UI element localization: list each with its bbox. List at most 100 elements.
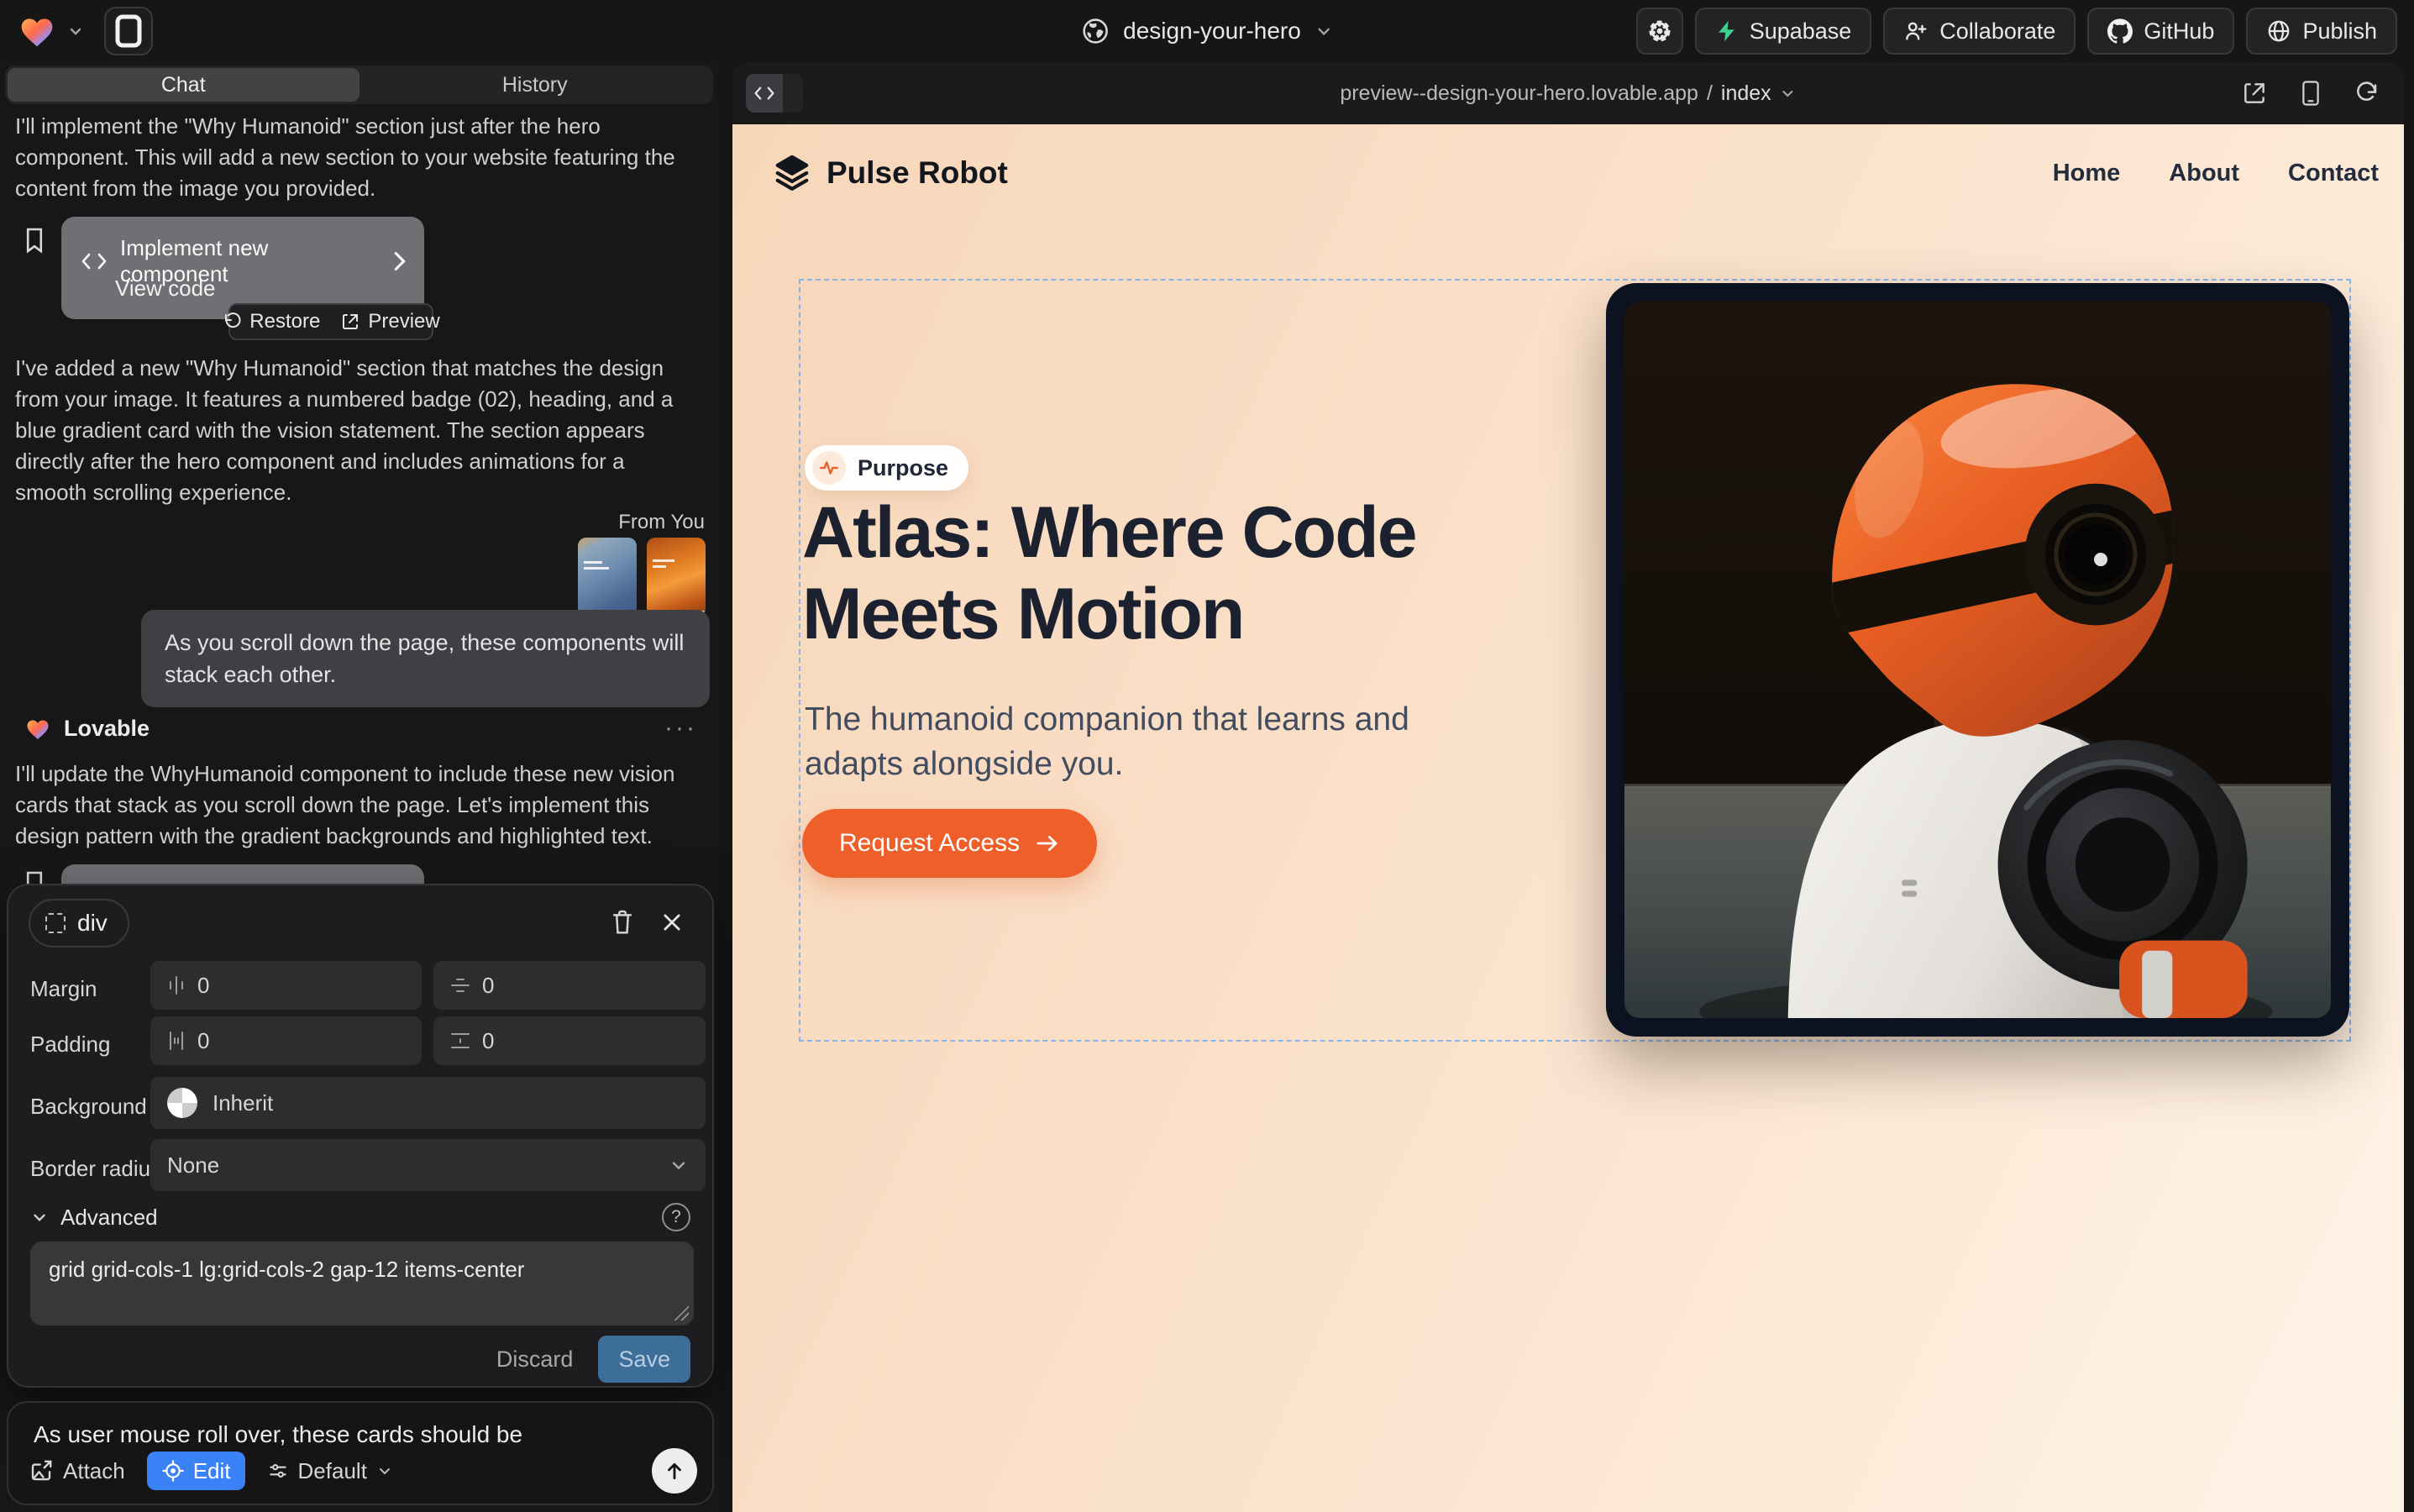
classes-value: grid grid-cols-1 lg:grid-cols-2 gap-12 i… bbox=[49, 1257, 524, 1282]
chevron-down-icon bbox=[376, 1462, 393, 1479]
lovable-logo-icon[interactable] bbox=[18, 13, 55, 49]
hero-headline: Atlas: Where Code Meets Motion bbox=[802, 492, 1516, 655]
project-switcher[interactable]: design-your-hero bbox=[1081, 0, 1333, 62]
assistant-message: I'll update the WhyHumanoid component to… bbox=[15, 759, 697, 852]
arrow-right-icon bbox=[1035, 832, 1060, 854]
user-quote-bubble: As you scroll down the page, these compo… bbox=[141, 610, 710, 707]
margin-x-value: 0 bbox=[197, 973, 209, 999]
border-radius-value: None bbox=[167, 1152, 219, 1179]
target-icon bbox=[161, 1459, 185, 1483]
padding-y-input[interactable]: 0 bbox=[433, 1016, 706, 1065]
panel-icon bbox=[114, 14, 143, 48]
attachment-thumbnail-orange[interactable] bbox=[647, 538, 706, 617]
trash-icon bbox=[610, 909, 635, 936]
github-icon bbox=[2107, 18, 2133, 44]
nav-home[interactable]: Home bbox=[2053, 160, 2121, 187]
send-button[interactable] bbox=[652, 1448, 697, 1494]
open-in-new-tab-icon[interactable] bbox=[2241, 80, 2268, 107]
discard-button[interactable]: Discard bbox=[496, 1347, 574, 1373]
background-value: Inherit bbox=[213, 1090, 273, 1116]
site-brand[interactable]: Pulse Robot bbox=[773, 154, 1008, 192]
tab-chat[interactable]: Chat bbox=[8, 68, 359, 102]
mode-selector[interactable]: Default bbox=[267, 1458, 393, 1484]
advanced-section-header[interactable]: Advanced ? bbox=[30, 1203, 690, 1231]
nav-contact[interactable]: Contact bbox=[2288, 160, 2379, 187]
margin-horizontal-icon bbox=[167, 975, 186, 995]
chevron-down-icon bbox=[669, 1155, 689, 1175]
publish-label: Publish bbox=[2302, 18, 2377, 45]
preview-button[interactable]: Preview bbox=[340, 310, 439, 333]
assistant-header: Lovable ··· bbox=[25, 714, 697, 743]
refresh-icon[interactable] bbox=[2354, 80, 2380, 107]
view-code-link[interactable]: View code bbox=[115, 276, 216, 302]
bookmark-icon[interactable] bbox=[24, 227, 45, 254]
github-button[interactable]: GitHub bbox=[2087, 8, 2234, 55]
resize-handle[interactable] bbox=[674, 1305, 689, 1320]
top-bar: design-your-hero Supabase bbox=[0, 0, 2414, 62]
supabase-icon bbox=[1715, 18, 1739, 44]
settings-button[interactable] bbox=[1636, 8, 1683, 55]
edit-mode-button[interactable]: Edit bbox=[147, 1452, 245, 1490]
save-button[interactable]: Save bbox=[598, 1336, 690, 1383]
padding-horizontal-icon bbox=[167, 1031, 186, 1051]
close-inspector-button[interactable] bbox=[660, 911, 684, 934]
border-radius-select[interactable]: None bbox=[150, 1139, 706, 1191]
advanced-label: Advanced bbox=[60, 1205, 158, 1231]
tailwind-classes-textarea[interactable]: grid grid-cols-1 lg:grid-cols-2 gap-12 i… bbox=[30, 1242, 694, 1326]
chevron-down-icon bbox=[30, 1208, 49, 1226]
github-label: GitHub bbox=[2144, 18, 2214, 45]
project-name: design-your-hero bbox=[1123, 18, 1301, 45]
padding-y-value: 0 bbox=[482, 1028, 494, 1054]
url-page: index bbox=[1721, 81, 1771, 106]
restore-icon bbox=[222, 312, 242, 332]
preview-pane: preview--design-your-hero.lovable.app / … bbox=[732, 62, 2404, 1512]
lovable-heart-icon bbox=[25, 717, 50, 741]
collaborate-label: Collaborate bbox=[1939, 18, 2055, 45]
padding-x-value: 0 bbox=[197, 1028, 209, 1054]
padding-x-input[interactable]: 0 bbox=[150, 1016, 422, 1065]
pulse-icon bbox=[812, 451, 846, 485]
margin-y-value: 0 bbox=[482, 973, 494, 999]
code-icon bbox=[81, 252, 107, 270]
request-access-button[interactable]: Request Access bbox=[802, 809, 1097, 878]
background-input[interactable]: Inherit bbox=[150, 1077, 706, 1129]
mobile-view-icon[interactable] bbox=[2298, 80, 2323, 107]
chat-composer[interactable]: As user mouse roll over, these cards sho… bbox=[7, 1401, 714, 1505]
assistant-name: Lovable bbox=[64, 716, 150, 742]
supabase-button[interactable]: Supabase bbox=[1695, 8, 1872, 55]
chevron-down-icon[interactable] bbox=[67, 23, 84, 39]
restore-button[interactable]: Restore bbox=[222, 310, 320, 333]
padding-vertical-icon bbox=[450, 1032, 470, 1050]
code-icon bbox=[754, 86, 774, 101]
restore-label: Restore bbox=[249, 310, 320, 333]
attachment-thumbnail-blue[interactable] bbox=[578, 538, 637, 617]
message-hover-actions: Restore Preview bbox=[228, 303, 433, 340]
chat-panel: Chat History I'll implement the "Why Hum… bbox=[0, 62, 718, 1512]
tab-history[interactable]: History bbox=[359, 68, 711, 102]
close-icon bbox=[660, 911, 684, 934]
url-host: preview--design-your-hero.lovable.app bbox=[1340, 81, 1698, 106]
more-options-icon[interactable]: ··· bbox=[664, 714, 697, 743]
assistant-message: I'll implement the "Why Humanoid" sectio… bbox=[15, 111, 697, 204]
code-view-toggle[interactable] bbox=[746, 74, 803, 113]
chat-history-tabs: Chat History bbox=[5, 66, 713, 104]
delete-element-button[interactable] bbox=[610, 909, 635, 936]
collaborate-button[interactable]: Collaborate bbox=[1883, 8, 2076, 55]
composer-input[interactable]: As user mouse roll over, these cards sho… bbox=[34, 1421, 687, 1448]
publish-button[interactable]: Publish bbox=[2246, 8, 2397, 55]
attach-button[interactable]: Attach bbox=[29, 1458, 125, 1484]
margin-x-input[interactable]: 0 bbox=[150, 961, 422, 1010]
nav-about[interactable]: About bbox=[2169, 160, 2239, 187]
app-window: design-your-hero Supabase bbox=[0, 0, 2414, 1512]
hero-image-card bbox=[1606, 283, 2349, 1037]
selected-element-chip[interactable]: div bbox=[29, 899, 129, 948]
attach-label: Attach bbox=[63, 1458, 125, 1484]
preview-url[interactable]: preview--design-your-hero.lovable.app / … bbox=[1340, 62, 1796, 124]
mode-label: Default bbox=[298, 1458, 367, 1484]
sidebar-toggle-button[interactable] bbox=[104, 7, 153, 55]
background-label: Background bbox=[30, 1094, 147, 1120]
purpose-badge[interactable]: Purpose bbox=[805, 445, 968, 491]
margin-y-input[interactable]: 0 bbox=[433, 961, 706, 1010]
brand-name: Pulse Robot bbox=[827, 155, 1008, 191]
help-icon[interactable]: ? bbox=[662, 1203, 690, 1231]
